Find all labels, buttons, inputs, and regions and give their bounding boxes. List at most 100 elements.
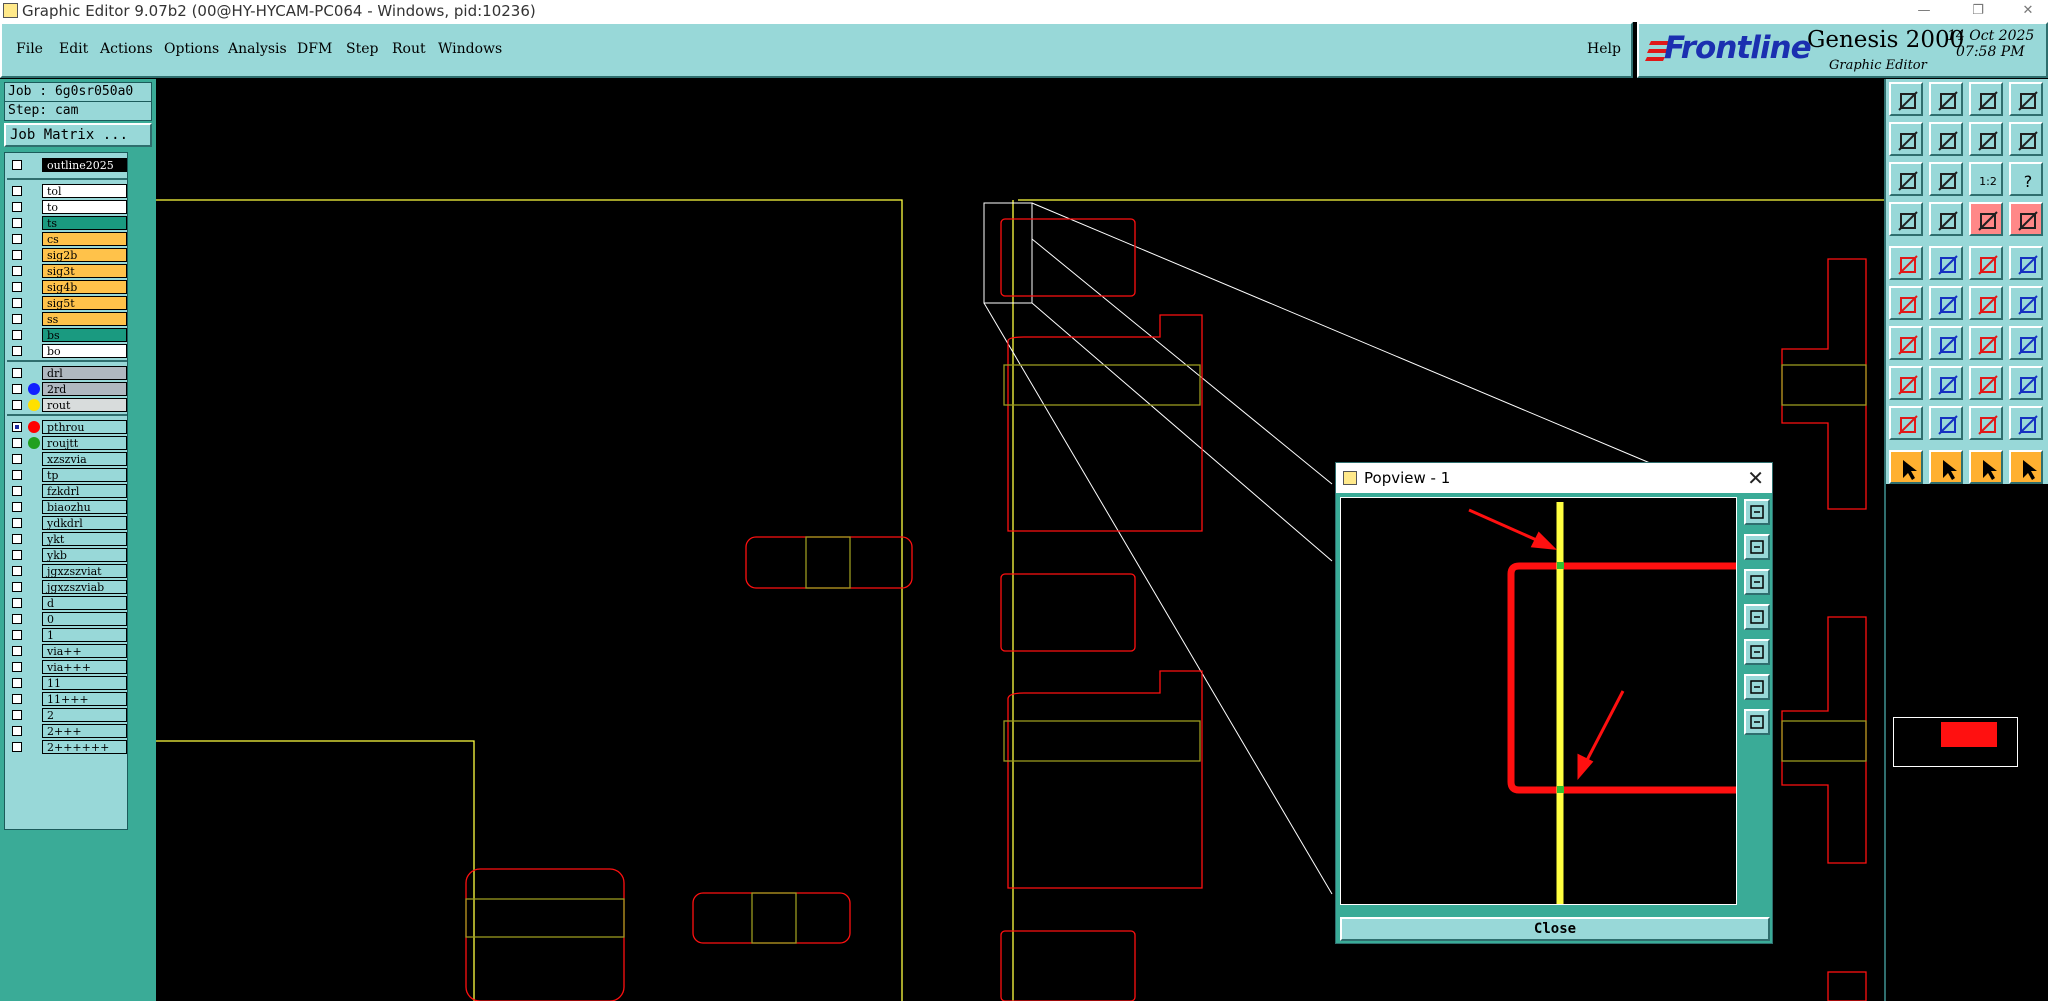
- layer-row[interactable]: ykb: [5, 547, 129, 563]
- layer-row[interactable]: 2++++++: [5, 739, 129, 755]
- menu-help[interactable]: Help: [1587, 41, 1621, 57]
- menu-windows[interactable]: Windows: [438, 41, 502, 57]
- align-icon[interactable]: [2009, 326, 2043, 360]
- layer-name[interactable]: via+++: [42, 660, 127, 674]
- redraw-icon[interactable]: [1969, 122, 2003, 156]
- layer-name[interactable]: via++: [42, 644, 127, 658]
- layer-name[interactable]: d: [42, 596, 127, 610]
- layer-name[interactable]: sig4b: [42, 280, 127, 294]
- refresh-icon[interactable]: [2009, 122, 2043, 156]
- layer-name[interactable]: pthrou: [42, 420, 127, 434]
- layer-name[interactable]: jgxzszviat: [42, 564, 127, 578]
- triangle-alt-icon[interactable]: [2009, 406, 2043, 440]
- layer-row[interactable]: pthrou: [5, 419, 129, 435]
- pointer-box-icon[interactable]: [1969, 450, 2003, 484]
- draw-line-blue-icon[interactable]: [1929, 326, 1963, 360]
- layer-compare-icon[interactable]: [1969, 202, 2003, 236]
- layer-checkbox[interactable]: [12, 630, 22, 640]
- layer-checkbox[interactable]: [12, 282, 22, 292]
- layer-checkbox[interactable]: [12, 400, 22, 410]
- cross-icon[interactable]: [1929, 286, 1963, 320]
- layer-checkbox[interactable]: [12, 662, 22, 672]
- menu-edit[interactable]: Edit: [59, 41, 88, 57]
- pin-icon[interactable]: [1929, 202, 1963, 236]
- layer-name[interactable]: 11+++: [42, 692, 127, 706]
- menu-rout[interactable]: Rout: [392, 41, 426, 57]
- layer-checkbox[interactable]: [12, 330, 22, 340]
- layer-row[interactable]: rout: [5, 397, 129, 413]
- add-text-icon[interactable]: [1969, 246, 2003, 280]
- layer-row[interactable]: to: [5, 199, 129, 215]
- layer-name[interactable]: xzszvia: [42, 452, 127, 466]
- layer-name[interactable]: roujtt: [42, 436, 127, 450]
- minimize-button[interactable]: —: [1909, 0, 1939, 22]
- add-line-icon[interactable]: [1929, 246, 1963, 280]
- snap-icon[interactable]: [2009, 202, 2043, 236]
- layer-row[interactable]: via+++: [5, 659, 129, 675]
- layer-row[interactable]: jgxzszviab: [5, 579, 129, 595]
- popview-load-icon[interactable]: [1744, 569, 1770, 595]
- zoom-1to2-icon[interactable]: 1:2: [1969, 162, 2003, 196]
- pointer-icon[interactable]: [1889, 450, 1923, 484]
- layer-name[interactable]: ss: [42, 312, 127, 326]
- minus-icon[interactable]: [1929, 366, 1963, 400]
- layer-row[interactable]: xzszvia: [5, 451, 129, 467]
- layer-row[interactable]: roujtt: [5, 435, 129, 451]
- layer-checkbox[interactable]: [12, 646, 22, 656]
- layer-name[interactable]: 2+++: [42, 724, 127, 738]
- layer-checkbox[interactable]: [12, 694, 22, 704]
- layer-checkbox[interactable]: [12, 346, 22, 356]
- layer-checkbox[interactable]: [12, 566, 22, 576]
- move-left-icon[interactable]: [1889, 122, 1923, 156]
- layer-checkbox[interactable]: [12, 298, 22, 308]
- layer-name[interactable]: rout: [42, 398, 127, 412]
- pointer-drag-icon[interactable]: [2009, 450, 2043, 484]
- move-right-icon[interactable]: [1929, 122, 1963, 156]
- measure-icon[interactable]: [1889, 202, 1923, 236]
- layer-name[interactable]: ts: [42, 216, 127, 230]
- layer-checkbox[interactable]: [12, 266, 22, 276]
- popview-center-icon[interactable]: [1744, 709, 1770, 735]
- layer-checkbox[interactable]: [12, 678, 22, 688]
- layer-name[interactable]: outline2025: [42, 158, 127, 172]
- popview-save-icon[interactable]: [1744, 534, 1770, 560]
- layer-checkbox[interactable]: [12, 314, 22, 324]
- layer-checkbox[interactable]: [12, 422, 22, 432]
- layer-name[interactable]: bo: [42, 344, 127, 358]
- layer-row[interactable]: cs: [5, 231, 129, 247]
- layer-row[interactable]: tp: [5, 467, 129, 483]
- layer-checkbox[interactable]: [12, 470, 22, 480]
- layer-name[interactable]: ykb: [42, 548, 127, 562]
- dimension-icon[interactable]: [1969, 366, 2003, 400]
- help-icon[interactable]: ?: [2009, 162, 2043, 196]
- layer-row[interactable]: sig2b: [5, 247, 129, 263]
- layer-row[interactable]: biaozhu: [5, 499, 129, 515]
- draw-line-icon[interactable]: [1889, 326, 1923, 360]
- layer-checkbox[interactable]: [12, 218, 22, 228]
- layer-row[interactable]: jgxzszviat: [5, 563, 129, 579]
- menu-options[interactable]: Options: [164, 41, 219, 57]
- popview-close-icon[interactable]: ✕: [1747, 463, 1764, 493]
- layer-row[interactable]: sig3t: [5, 263, 129, 279]
- overview-frame[interactable]: [1893, 717, 2018, 767]
- layer-checkbox[interactable]: [12, 160, 22, 170]
- layer-name[interactable]: jgxzszviab: [42, 580, 127, 594]
- add-surface-icon[interactable]: [2009, 246, 2043, 280]
- restore-button[interactable]: ❐: [1963, 0, 1993, 22]
- connect-icon[interactable]: [1969, 286, 2003, 320]
- layer-checkbox[interactable]: [12, 186, 22, 196]
- layer-row[interactable]: 2rd: [5, 381, 129, 397]
- select-pads-icon[interactable]: [1889, 286, 1923, 320]
- layer-checkbox[interactable]: [12, 550, 22, 560]
- layer-row[interactable]: 1: [5, 627, 129, 643]
- layer-checkbox[interactable]: [12, 438, 22, 448]
- popview-zoom-icon[interactable]: [1744, 499, 1770, 525]
- connect-alt-icon[interactable]: [2009, 286, 2043, 320]
- layer-name[interactable]: sig3t: [42, 264, 127, 278]
- layer-name[interactable]: 2rd: [42, 382, 127, 396]
- layer-row[interactable]: ts: [5, 215, 129, 231]
- job-matrix-button[interactable]: Job Matrix ...: [4, 123, 152, 147]
- layer-name[interactable]: fzkdrl: [42, 484, 127, 498]
- layer-name[interactable]: drl: [42, 366, 127, 380]
- layer-row[interactable]: bo: [5, 343, 129, 359]
